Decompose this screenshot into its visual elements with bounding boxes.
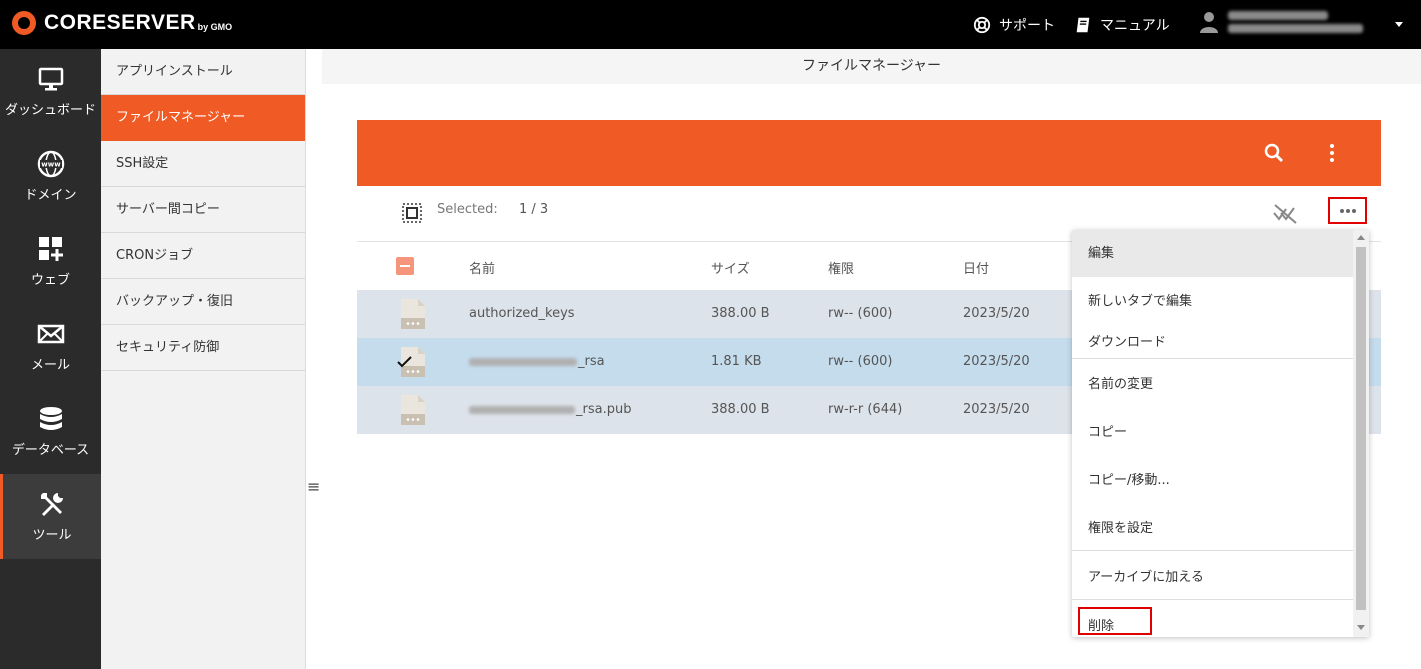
- user-icon: [1200, 12, 1218, 33]
- subnav-item-security[interactable]: セキュリティ防御: [101, 325, 305, 371]
- file-name-suffix: _rsa: [578, 354, 605, 369]
- file-size: 1.81 KB: [711, 354, 762, 369]
- nav-item-tools[interactable]: ツール: [0, 474, 101, 559]
- web-grid-icon: [38, 237, 63, 261]
- menu-item-archive[interactable]: アーカイブに加える: [1072, 566, 1353, 585]
- menu-scrollbar[interactable]: [1353, 230, 1369, 637]
- subnav-item-ssh[interactable]: SSH設定: [101, 141, 305, 187]
- file-name: authorized_keys: [469, 306, 575, 321]
- manual-label: マニュアル: [1100, 18, 1170, 34]
- menu-item-download[interactable]: ダウンロード: [1072, 331, 1353, 350]
- monitor-icon: [38, 67, 63, 91]
- nav-item-domain[interactable]: www ドメイン: [0, 134, 101, 219]
- nav-item-web[interactable]: ウェブ: [0, 219, 101, 304]
- subnav-item-server-copy[interactable]: サーバー間コピー: [101, 187, 305, 233]
- subnav-item-file-manager[interactable]: ファイルマネージャー: [101, 95, 305, 141]
- scroll-thumb[interactable]: [1356, 247, 1366, 610]
- page-title: ファイルマネージャー: [322, 49, 1421, 84]
- nav-label: ウェブ: [30, 273, 70, 288]
- www-globe-icon: www: [37, 150, 64, 178]
- file-perm: rw-- (600): [828, 306, 893, 321]
- selected-label: Selected:: [437, 202, 498, 217]
- file-perm: rw-r-r (644): [828, 402, 903, 417]
- nav-item-mail[interactable]: メール: [0, 304, 101, 389]
- hamburger-icon[interactable]: ≡: [307, 477, 320, 496]
- file-toolbar: [357, 120, 1381, 186]
- file-name-suffix: _rsa.pub: [576, 402, 632, 417]
- manual-link[interactable]: マニュアル: [1074, 15, 1170, 35]
- file-date: 2023/5/20: [963, 402, 1030, 417]
- menu-item-permissions[interactable]: 権限を設定: [1072, 517, 1353, 536]
- menu-item-edit[interactable]: 編集: [1072, 230, 1353, 277]
- user-account-blurred: [1228, 11, 1363, 33]
- nav-label: ダッシュボード: [4, 103, 96, 118]
- file-perm: rw-- (600): [828, 354, 893, 369]
- file-name-blurred: [469, 357, 577, 366]
- checkmark-icon: [397, 356, 412, 368]
- column-perm[interactable]: 権限: [828, 258, 854, 277]
- file-name: _rsa: [469, 354, 605, 369]
- menu-item-edit-new-tab[interactable]: 新しいタブで編集: [1072, 290, 1353, 309]
- chevron-down-icon[interactable]: [1395, 22, 1403, 27]
- nav-label: メール: [30, 358, 70, 373]
- left-nav: ダッシュボード www ドメイン ウェブ メール データベース ツール: [0, 49, 101, 669]
- mail-icon: [37, 324, 64, 344]
- lifebuoy-icon: [973, 16, 991, 34]
- menu-divider: [1072, 358, 1353, 359]
- file-date: 2023/5/20: [963, 354, 1030, 369]
- select-all-icon[interactable]: [402, 203, 422, 223]
- menu-item-copy-move[interactable]: コピー/移動...: [1072, 469, 1353, 488]
- tools-icon: [41, 493, 63, 516]
- file-name-blurred: [469, 405, 575, 414]
- menu-divider: [1072, 550, 1353, 551]
- logo-mark-icon: [12, 11, 36, 35]
- support-link[interactable]: サポート: [973, 15, 1055, 35]
- database-icon: [39, 407, 62, 430]
- logo-text: CORESERVER: [44, 11, 196, 34]
- subnav-item-backup[interactable]: バックアップ・復旧: [101, 279, 305, 325]
- scroll-down-arrow-icon[interactable]: [1357, 625, 1365, 630]
- file-name: _rsa.pub: [469, 402, 631, 417]
- logo-sub: by GMO: [197, 22, 233, 32]
- file-icon: [401, 395, 425, 425]
- more-vertical-icon[interactable]: [1321, 142, 1343, 164]
- top-bar: CORESERVER by GMO サポート マニュアル: [0, 0, 1421, 49]
- nav-item-database[interactable]: データベース: [0, 389, 101, 474]
- column-size[interactable]: サイズ: [711, 258, 750, 277]
- select-all-checkbox[interactable]: [396, 257, 414, 275]
- coreserver-logo[interactable]: CORESERVER by GMO: [12, 11, 232, 35]
- context-menu: 編集 新しいタブで編集 ダウンロード 名前の変更 コピー コピー/移動... 権…: [1072, 230, 1369, 637]
- scroll-up-arrow-icon[interactable]: [1357, 235, 1365, 240]
- menu-item-rename[interactable]: 名前の変更: [1072, 373, 1353, 392]
- subnav-item-app-install[interactable]: アプリインストール: [101, 49, 305, 95]
- selected-count: 1 / 3: [519, 202, 549, 217]
- menu-item-copy[interactable]: コピー: [1072, 421, 1353, 440]
- more-actions-button[interactable]: [1328, 197, 1367, 224]
- column-name[interactable]: 名前: [469, 258, 495, 277]
- more-horizontal-icon: [1339, 208, 1356, 213]
- book-icon: [1076, 17, 1090, 33]
- subnav-item-cron[interactable]: CRONジョブ: [101, 233, 305, 279]
- nav-label: データベース: [11, 443, 90, 458]
- search-icon[interactable]: [1263, 142, 1285, 164]
- deselect-all-icon[interactable]: [1272, 201, 1298, 225]
- nav-label: ツール: [32, 528, 72, 543]
- nav-item-dashboard[interactable]: ダッシュボード: [0, 49, 101, 134]
- file-date: 2023/5/20: [963, 306, 1030, 321]
- file-icon: [401, 299, 425, 329]
- column-date[interactable]: 日付: [963, 258, 989, 277]
- user-menu[interactable]: [1200, 11, 1363, 33]
- menu-divider: [1072, 599, 1353, 600]
- delete-highlight: [1078, 607, 1152, 635]
- file-size: 388.00 B: [711, 306, 770, 321]
- file-size: 388.00 B: [711, 402, 770, 417]
- svg-text:www: www: [41, 161, 61, 169]
- sub-nav: アプリインストール ファイルマネージャー SSH設定 サーバー間コピー CRON…: [101, 49, 306, 669]
- support-label: サポート: [999, 18, 1055, 34]
- nav-label: ドメイン: [24, 188, 77, 203]
